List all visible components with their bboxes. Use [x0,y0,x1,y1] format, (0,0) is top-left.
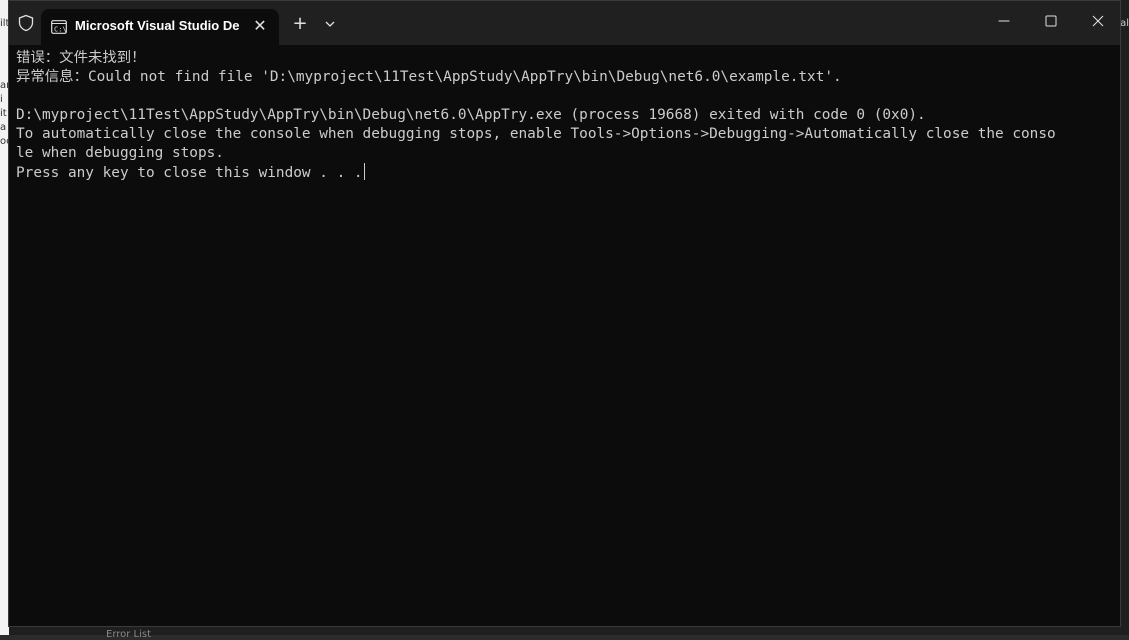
chevron-down-icon[interactable] [321,15,339,33]
maximize-icon [1045,15,1057,27]
press-any-key-text: Press any key to close this window . . . [16,165,363,181]
background-text-fragment: it [0,108,7,119]
console-output[interactable]: 错误：文件未找到！ 异常信息：Could not find file 'D:\m… [16,49,1112,619]
new-tab-icon[interactable]: + [289,13,311,35]
shield-icon [17,14,35,32]
tab-debug-console[interactable]: C:\ Microsoft Visual Studio Debug Consol… [41,9,279,45]
console-line-auto-close-hint-cont: le when debugging stops. [16,145,224,161]
minimize-button[interactable] [981,5,1027,37]
console-line-exception: 异常信息：Could not find file 'D:\myproject\1… [16,69,842,85]
maximize-button[interactable] [1028,5,1074,37]
svg-text:C:\: C:\ [54,26,67,34]
tab-close-icon[interactable]: ✕ [250,16,270,36]
background-text-fragment: i [0,94,3,105]
close-window-button[interactable] [1075,5,1121,37]
background-text-fragment: al [1120,18,1129,29]
console-line-exit-code: D:\myproject\11Test\AppStudy\AppTry\bin\… [16,107,926,123]
text-cursor [363,163,365,180]
background-right-panel: al [1120,0,1129,635]
minimize-icon [998,20,1010,22]
background-text-fragment: a [0,122,7,133]
terminal-window: C:\ Microsoft Visual Studio Debug Consol… [8,0,1121,627]
title-bar[interactable]: C:\ Microsoft Visual Studio Debug Consol… [9,1,1120,45]
console-icon: C:\ [51,19,67,34]
tab-title: Microsoft Visual Studio Debug Console [75,18,239,33]
close-icon [1092,15,1104,27]
console-line-prompt: Press any key to close this window . . . [16,163,1112,182]
console-line-auto-close-hint: To automatically close the console when … [16,126,1056,142]
console-line-error: 错误：文件未找到！ [16,50,146,66]
